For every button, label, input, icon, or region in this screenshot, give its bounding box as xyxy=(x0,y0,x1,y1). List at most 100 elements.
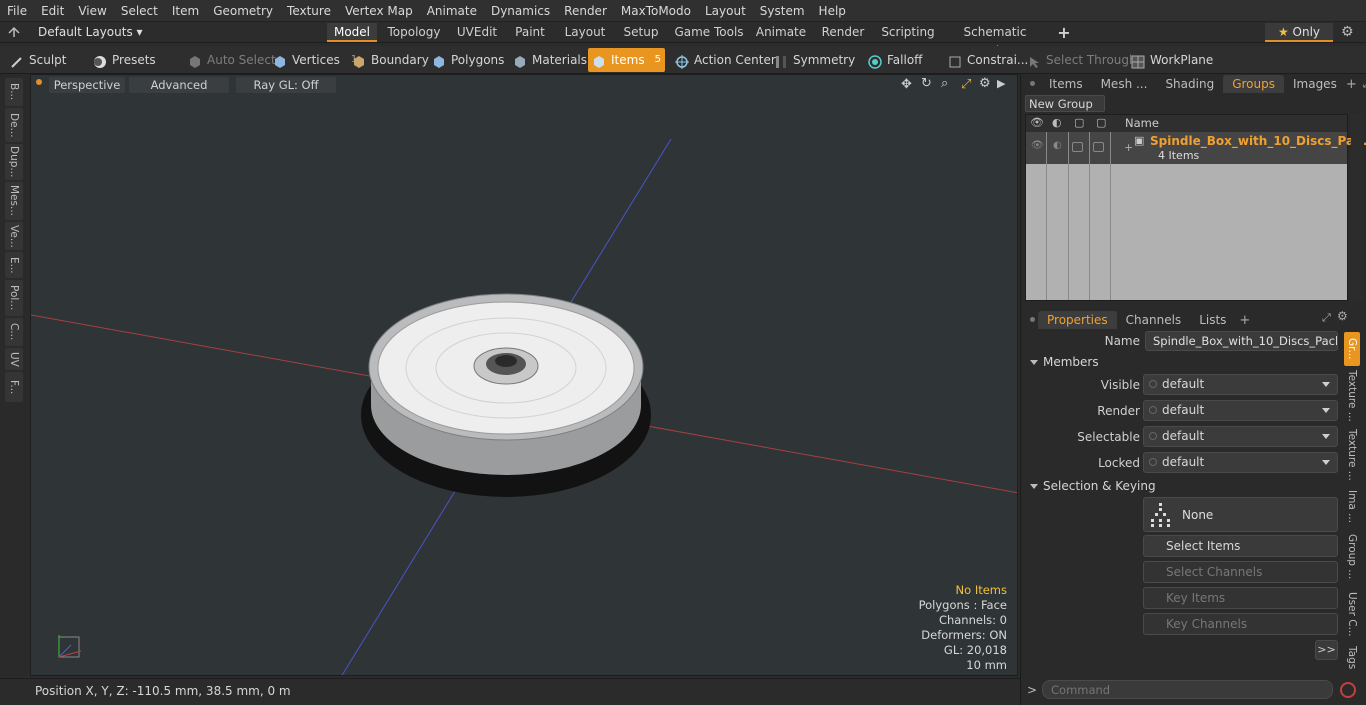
fit-view-icon[interactable]: ⤢ xyxy=(961,77,971,92)
menu-texture[interactable]: Texture xyxy=(280,0,338,22)
expand-panel-icon[interactable]: ⤢ xyxy=(1322,311,1331,325)
left-tab-deform[interactable]: De... xyxy=(5,108,23,142)
side-tab-group-2[interactable]: Group ... xyxy=(1344,532,1360,582)
tab-properties[interactable]: Properties xyxy=(1038,311,1117,329)
members-section[interactable]: Members xyxy=(1026,353,1338,371)
action-center-button[interactable]: Action Center xyxy=(671,48,780,72)
side-tab-group[interactable]: Gr... xyxy=(1344,332,1360,366)
expand-row-icon[interactable]: + xyxy=(1124,141,1133,154)
left-tab-basic[interactable]: B... xyxy=(5,78,23,106)
shading-style-dropdown[interactable]: Advanced xyxy=(129,77,229,93)
materials-button[interactable]: Materials xyxy=(509,48,591,72)
menu-layout[interactable]: Layout xyxy=(698,0,753,22)
gear-icon[interactable]: ⚙ xyxy=(1341,24,1354,40)
menu-animate[interactable]: Animate xyxy=(420,0,484,22)
select-channels-button[interactable]: Select Channels xyxy=(1143,561,1338,583)
menu-render[interactable]: Render xyxy=(557,0,614,22)
add-tab-button[interactable]: + xyxy=(1054,23,1074,42)
select-through-button[interactable]: Select Through xyxy=(1023,48,1141,72)
groups-list[interactable]: 👁 ◐ ▢ ▢ Name 👁 ◐ + ▣ Spindle_Box_with_10… xyxy=(1025,114,1366,301)
row-eye-icon[interactable]: 👁 xyxy=(1031,140,1044,151)
menu-item[interactable]: Item xyxy=(165,0,206,22)
side-tab-tags[interactable]: Tags xyxy=(1344,644,1360,672)
menu-edit[interactable]: Edit xyxy=(34,0,71,22)
side-tab-texture-1[interactable]: Texture ... xyxy=(1344,370,1360,422)
locked-dropdown[interactable]: default xyxy=(1143,452,1338,473)
tab-animate[interactable]: Animate xyxy=(755,23,807,42)
command-input[interactable] xyxy=(1042,680,1333,699)
workplane-button[interactable]: WorkPlane xyxy=(1127,48,1217,72)
row-select-checkbox[interactable] xyxy=(1093,142,1104,152)
tab-render[interactable]: Render xyxy=(815,23,871,42)
key-items-button[interactable]: Key Items xyxy=(1143,587,1338,609)
left-tab-curve[interactable]: C... xyxy=(5,318,23,346)
row-render-icon[interactable]: ◐ xyxy=(1053,140,1062,151)
menu-system[interactable]: System xyxy=(753,0,812,22)
tab-items[interactable]: Items xyxy=(1040,75,1092,93)
left-tab-duplicate[interactable]: Dup... xyxy=(5,144,23,180)
left-tab-mesh-edit[interactable]: Mes... xyxy=(5,182,23,220)
perspective-dropdown[interactable]: Perspective xyxy=(49,77,125,93)
row-lock-checkbox[interactable] xyxy=(1072,142,1083,152)
move-view-icon[interactable]: ✥ xyxy=(901,77,912,92)
tab-mesh[interactable]: Mesh ... xyxy=(1092,75,1157,93)
tab-channels[interactable]: Channels xyxy=(1117,311,1191,329)
presets-button[interactable]: Presets xyxy=(89,48,160,72)
items-button[interactable]: Items 5 xyxy=(588,48,665,72)
menu-maxtomodo[interactable]: MaxToModo xyxy=(614,0,698,22)
tab-paint[interactable]: Paint xyxy=(510,23,550,42)
add-tab-icon[interactable]: + xyxy=(1239,313,1250,328)
properties-gear-icon[interactable]: ⚙ xyxy=(1337,309,1348,323)
falloff-button[interactable]: Falloff xyxy=(864,48,926,72)
tab-layout[interactable]: Layout xyxy=(557,23,613,42)
selectable-dropdown[interactable]: default xyxy=(1143,426,1338,447)
zoom-view-icon[interactable]: ⌕ xyxy=(941,76,948,91)
menu-select[interactable]: Select xyxy=(114,0,165,22)
left-tab-uv[interactable]: UV xyxy=(5,348,23,370)
tab-uvedit[interactable]: UVEdit xyxy=(451,23,503,42)
viewport-expand-icon[interactable]: ▶ xyxy=(997,77,1005,90)
group-row[interactable]: 👁 ◐ + ▣ Spindle_Box_with_10_Discs_Pa ...… xyxy=(1026,132,1366,164)
key-channels-button[interactable]: Key Channels xyxy=(1143,613,1338,635)
tab-images[interactable]: Images xyxy=(1284,75,1346,93)
auto-select-button[interactable]: Auto Select xyxy=(184,48,280,72)
menu-geometry[interactable]: Geometry xyxy=(206,0,280,22)
3d-viewport[interactable]: Perspective Advanced Ray GL: Off ✥ ↻ ⌕ ⤢… xyxy=(30,74,1018,676)
sculpt-button[interactable]: Sculpt xyxy=(6,48,70,72)
side-tab-user-channels[interactable]: User C... xyxy=(1344,588,1360,640)
select-items-button[interactable]: Select Items xyxy=(1143,535,1338,557)
group-name-field[interactable]: Spindle_Box_with_10_Discs_Pack (6) xyxy=(1145,331,1338,351)
tab-lists[interactable]: Lists xyxy=(1190,311,1235,329)
rotate-view-icon[interactable]: ↻ xyxy=(921,76,932,91)
add-tab-icon[interactable]: + xyxy=(1346,77,1357,92)
constrain-button[interactable]: Constrai... xyxy=(944,48,1032,72)
tab-model[interactable]: Model xyxy=(327,23,377,42)
record-macro-icon[interactable] xyxy=(1340,682,1356,698)
tab-shading[interactable]: Shading xyxy=(1156,75,1223,93)
new-group-button[interactable]: New Group xyxy=(1025,95,1105,112)
left-tab-polygon[interactable]: Pol... xyxy=(5,280,23,316)
menu-help[interactable]: Help xyxy=(812,0,853,22)
boundary-button[interactable]: Boundary xyxy=(348,48,433,72)
left-tab-fusion[interactable]: F... xyxy=(5,372,23,402)
menu-vertex-map[interactable]: Vertex Map xyxy=(338,0,420,22)
menu-view[interactable]: View xyxy=(71,0,113,22)
viewport-settings-icon[interactable]: ⚙ xyxy=(979,76,991,91)
only-toggle[interactable]: ★ Only xyxy=(1265,23,1333,42)
side-tab-texture-2[interactable]: Texture ... xyxy=(1344,428,1360,482)
raygl-toggle[interactable]: Ray GL: Off xyxy=(236,77,336,93)
render-dropdown[interactable]: default xyxy=(1143,400,1338,421)
tab-game-tools[interactable]: Game Tools xyxy=(670,23,748,42)
symmetry-button[interactable]: Symmetry xyxy=(770,48,859,72)
tab-topology[interactable]: Topology xyxy=(384,23,444,42)
left-tab-edge[interactable]: E... xyxy=(5,252,23,278)
tab-setup[interactable]: Setup xyxy=(620,23,662,42)
selection-set-button[interactable]: None xyxy=(1143,497,1338,532)
layout-home-icon[interactable] xyxy=(8,26,20,38)
layout-preset-dropdown[interactable]: Default Layouts ▾ xyxy=(38,24,143,41)
polygons-button[interactable]: Polygons xyxy=(428,48,508,72)
groups-scrollbar[interactable] xyxy=(1351,114,1363,301)
selection-keying-section[interactable]: Selection & Keying xyxy=(1026,477,1338,495)
visible-dropdown[interactable]: default xyxy=(1143,374,1338,395)
side-tab-image[interactable]: Ima ... xyxy=(1344,488,1360,526)
